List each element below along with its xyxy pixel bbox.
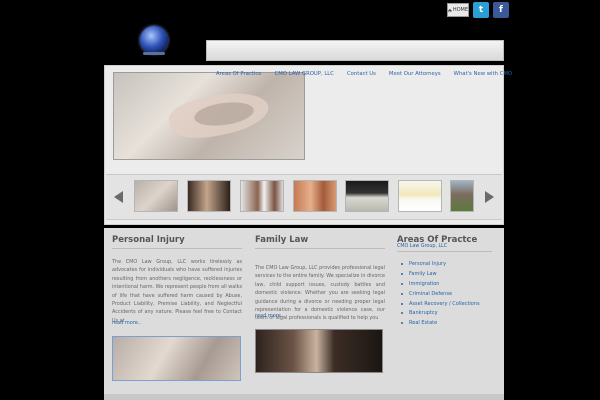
thumbnail-house[interactable] bbox=[450, 180, 474, 212]
thumbnail-cuffed-hands[interactable] bbox=[293, 180, 337, 212]
nav-item-areas-of-practice[interactable]: Areas Of Practice bbox=[216, 71, 262, 77]
thumbnail-pills[interactable] bbox=[398, 180, 442, 212]
footer-bar bbox=[104, 394, 504, 400]
areas-subtitle: CMO Law Group, LLC bbox=[397, 244, 448, 249]
main-nav: Areas Of Practice CMO LAW GROUP, LLC Con… bbox=[216, 71, 512, 77]
personal-injury-image bbox=[112, 336, 241, 381]
home-label: HOME bbox=[452, 7, 468, 13]
personal-injury-read-more[interactable]: read more.. bbox=[112, 320, 141, 326]
divider bbox=[255, 248, 385, 249]
prev-arrow-icon[interactable] bbox=[114, 191, 123, 203]
area-personal-injury[interactable]: Personal Injury bbox=[401, 259, 480, 269]
top-icons: HOME t f bbox=[447, 2, 509, 18]
home-button[interactable]: HOME bbox=[447, 3, 469, 17]
personal-injury-heading: Personal Injury bbox=[112, 235, 185, 245]
home-icon bbox=[448, 8, 452, 12]
nav-item-cmo-law-group[interactable]: CMO LAW GROUP, LLC bbox=[275, 71, 334, 77]
logo-base bbox=[143, 52, 165, 55]
area-criminal-defense[interactable]: Criminal Defense bbox=[401, 289, 480, 299]
family-law-read-more[interactable]: read more.. bbox=[255, 313, 284, 319]
area-asset-recovery[interactable]: Asset Recovery / Collections bbox=[401, 299, 480, 309]
areas-list: Personal Injury Family Law Immigration C… bbox=[401, 259, 480, 328]
family-law-image bbox=[255, 329, 383, 373]
area-bankruptcy[interactable]: Bankruptcy bbox=[401, 308, 480, 318]
family-law-heading: Family Law bbox=[255, 235, 309, 245]
thumbnail-hands[interactable] bbox=[134, 180, 178, 212]
thumbnail-couple[interactable] bbox=[187, 180, 231, 212]
nav-item-whats-new[interactable]: What's New with CMO bbox=[454, 71, 512, 77]
area-family-law[interactable]: Family Law bbox=[401, 269, 480, 279]
nav-item-meet-our-attorneys[interactable]: Meet Our Attorneys bbox=[389, 71, 441, 77]
next-arrow-icon[interactable] bbox=[485, 191, 494, 203]
nav-item-contact-us[interactable]: Contact Us bbox=[347, 71, 376, 77]
facebook-icon[interactable]: f bbox=[493, 2, 509, 18]
divider bbox=[397, 251, 492, 252]
area-real-estate[interactable]: Real Estate bbox=[401, 318, 480, 328]
divider bbox=[112, 248, 242, 249]
twitter-icon[interactable]: t bbox=[473, 2, 489, 18]
area-immigration[interactable]: Immigration bbox=[401, 279, 480, 289]
site-logo[interactable] bbox=[140, 26, 168, 54]
hero-image bbox=[113, 72, 305, 160]
thumbnail-handcuffs[interactable] bbox=[240, 180, 284, 212]
thumbnail-money[interactable] bbox=[345, 180, 389, 212]
personal-injury-text: The CMO Law Group, LLC works tirelessly … bbox=[112, 259, 242, 324]
header-bar bbox=[206, 40, 504, 61]
